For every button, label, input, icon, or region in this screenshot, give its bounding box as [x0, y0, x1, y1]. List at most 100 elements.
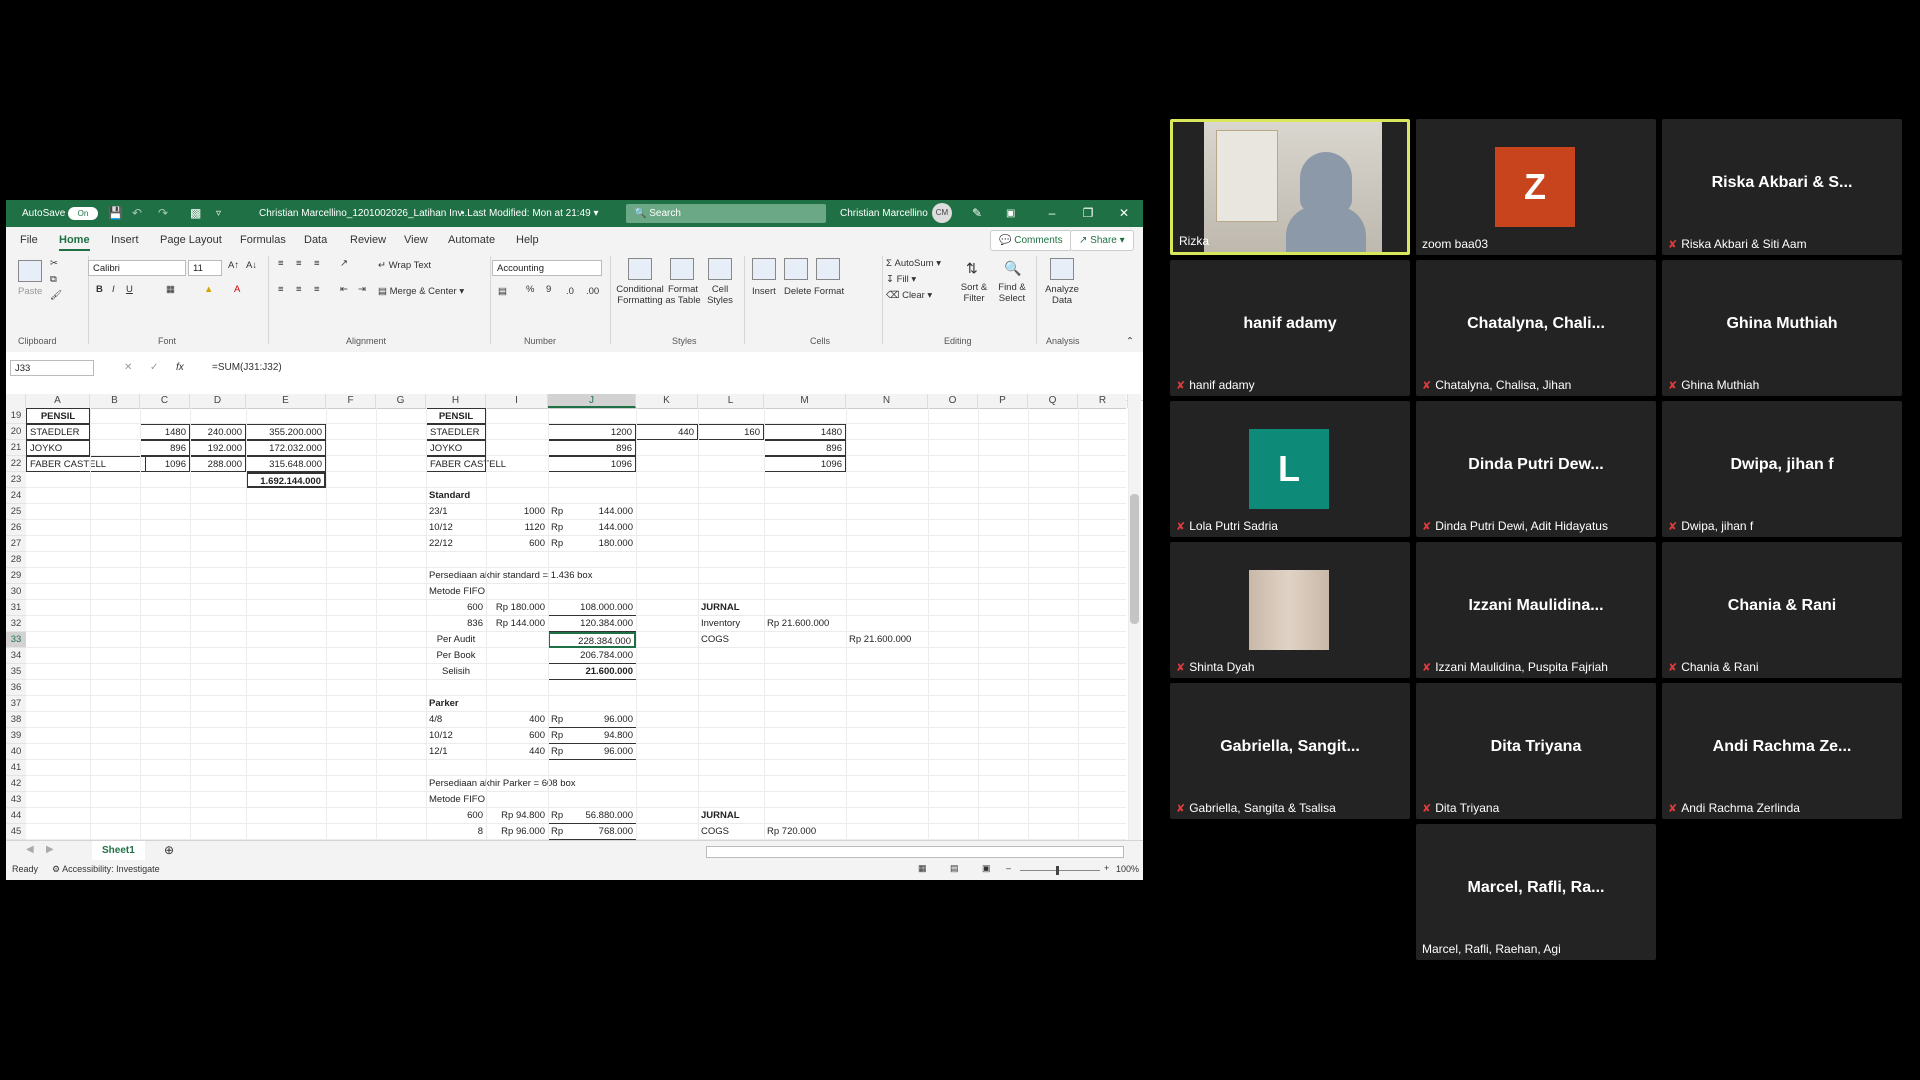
pen-icon[interactable]: ✎ [972, 200, 982, 227]
search-box[interactable]: 🔍 Search [626, 204, 826, 223]
cell-styles-icon[interactable] [708, 258, 732, 280]
grow-font-icon[interactable]: A↑ [228, 260, 239, 271]
add-sheet-icon[interactable]: ⊕ [164, 843, 174, 857]
sort-filter-button[interactable]: Sort & Filter [954, 282, 994, 304]
row-header[interactable]: 30 [6, 584, 26, 600]
cell-h24[interactable]: Standard [426, 488, 486, 504]
fill-button[interactable]: ↧ Fill ▾ [886, 274, 916, 285]
cell-h45[interactable]: 8 [426, 824, 486, 840]
cell-k20[interactable]: 440 [636, 424, 698, 440]
cell-j21[interactable]: 896 [548, 440, 636, 456]
cell-i26[interactable]: 1120 [486, 520, 548, 536]
row-header[interactable]: 42 [6, 776, 26, 792]
align-right-icon[interactable]: ≡ [314, 284, 320, 295]
italic-icon[interactable]: I [112, 284, 115, 295]
merge-center-button[interactable]: ▤ Merge & Center ▾ [378, 286, 464, 297]
row-header[interactable]: 24 [6, 488, 26, 504]
last-modified[interactable]: • Last Modified: Mon at 21:49 ▾ [461, 200, 599, 227]
cell-i32[interactable]: Rp 144.000 [486, 616, 548, 632]
participant-tile[interactable]: Dwipa, jihan f ✘ Dwipa, jihan f [1662, 401, 1902, 537]
row-header[interactable]: 21 [6, 440, 26, 456]
participant-tile[interactable]: Chatalyna, Chali... ✘ Chatalyna, Chalisa, … [1416, 260, 1656, 396]
cell-a22[interactable]: FABER CASTELL [26, 456, 146, 472]
share-button[interactable]: ↗ Share ▾ [1070, 230, 1134, 251]
cell-j20[interactable]: 1200 [548, 424, 636, 440]
column-header-l[interactable]: L [698, 394, 764, 408]
increase-decimal-icon[interactable]: .0 [566, 286, 574, 297]
cell-a20[interactable]: STAEDLER [26, 424, 90, 440]
participant-tile[interactable]: Dita Triyana ✘ Dita Triyana [1416, 683, 1656, 819]
column-header-g[interactable]: G [376, 394, 426, 408]
cell-l33[interactable]: COGS [698, 632, 764, 648]
tab-help[interactable]: Help [516, 234, 539, 246]
column-header-e[interactable]: E [246, 394, 326, 408]
align-left-icon[interactable]: ≡ [278, 284, 284, 295]
cell-l44[interactable]: JURNAL [698, 808, 764, 824]
increase-indent-icon[interactable]: ⇥ [358, 284, 366, 295]
cell-l20[interactable]: 160 [698, 424, 764, 440]
cell-n33[interactable]: Rp 21.600.000 [846, 632, 928, 648]
form-icon[interactable]: ▩ [190, 200, 201, 227]
comments-button[interactable]: 💬 Comments [990, 230, 1072, 251]
next-sheet-icon[interactable]: ▶ [46, 844, 54, 855]
cell-c20[interactable]: 1480 [140, 424, 190, 440]
column-header-j[interactable]: J [548, 394, 636, 408]
cell-m22[interactable]: 1096 [764, 456, 846, 472]
collapse-ribbon-icon[interactable]: ⌃ [1126, 336, 1134, 347]
column-header-r[interactable]: R [1078, 394, 1128, 408]
cell-i40[interactable]: 440 [486, 744, 548, 760]
cell-l45[interactable]: COGS [698, 824, 764, 840]
participant-tile[interactable]: ✘ Shinta Dyah [1170, 542, 1410, 678]
delete-cells-icon[interactable] [784, 258, 808, 280]
cell-l32[interactable]: Inventory [698, 616, 764, 632]
cell-h27[interactable]: 22/12 [426, 536, 486, 552]
participant-tile[interactable]: L ✘ Lola Putri Sadria [1170, 401, 1410, 537]
cell-d22[interactable]: 288.000 [190, 456, 246, 472]
accessibility-status[interactable]: ⚙ Accessibility: Investigate [52, 864, 160, 875]
autosave-toggle[interactable]: On [68, 200, 98, 227]
cell-h31[interactable]: 600 [426, 600, 486, 616]
column-header-o[interactable]: O [928, 394, 978, 408]
zoom-out-icon[interactable]: – [1006, 863, 1011, 873]
cell-j44[interactable]: 56.880.000 [548, 808, 636, 824]
cell-h19[interactable]: PENSIL [426, 408, 486, 424]
copy-icon[interactable]: ⧉ [50, 274, 57, 285]
cell-h30[interactable]: Metode FIFO [426, 584, 486, 600]
cut-icon[interactable]: ✂ [50, 258, 58, 269]
row-header[interactable]: 23 [6, 472, 26, 488]
cell-d21[interactable]: 192.000 [190, 440, 246, 456]
tab-insert[interactable]: Insert [111, 234, 139, 246]
comma-icon[interactable]: 9 [546, 284, 551, 295]
participant-tile[interactable]: Marcel, Rafli, Ra... Marcel, Rafli, Raeha… [1416, 824, 1656, 960]
cell-j34[interactable]: 206.784.000 [548, 648, 636, 664]
cell-c22[interactable]: 1096 [140, 456, 190, 472]
participant-tile[interactable]: Andi Rachma Ze... ✘ Andi Rachma Zerlinda [1662, 683, 1902, 819]
font-size-select[interactable]: 11 [188, 260, 222, 276]
scroll-thumb[interactable] [1130, 494, 1139, 624]
participant-tile[interactable]: Izzani Maulidina... ✘ Izzani Maulidina, Pu… [1416, 542, 1656, 678]
cell-h38[interactable]: 4/8 [426, 712, 486, 728]
row-header[interactable]: 40 [6, 744, 26, 760]
font-color-icon[interactable]: A [234, 284, 240, 295]
align-bottom-icon[interactable]: ≡ [314, 258, 320, 269]
row-header[interactable]: 45 [6, 824, 26, 840]
insert-function-icon[interactable]: fx [176, 362, 184, 373]
cell-h20[interactable]: STAEDLER [426, 424, 486, 440]
tab-file[interactable]: File [20, 234, 38, 246]
cell-h22[interactable]: FABER CASTELL [426, 456, 506, 472]
participant-tile[interactable]: Chania & Rani ✘ Chania & Rani [1662, 542, 1902, 678]
cell-h29[interactable]: Persediaan akhir standard = 1.436 box [426, 568, 686, 584]
row-header[interactable]: 22 [6, 456, 26, 472]
column-header-k[interactable]: K [636, 394, 698, 408]
cell-h26[interactable]: 10/12 [426, 520, 486, 536]
cell-j33[interactable]: 228.384.000 [548, 632, 636, 648]
row-header[interactable]: 25 [6, 504, 26, 520]
cell-h34[interactable]: Per Book [426, 648, 486, 664]
insert-cells-icon[interactable] [752, 258, 776, 280]
fill-color-icon[interactable]: ▲ [204, 284, 213, 295]
cell-m21[interactable]: 896 [764, 440, 846, 456]
row-header[interactable]: 28 [6, 552, 26, 568]
zoom-slider[interactable] [1020, 870, 1100, 871]
row-header[interactable]: 32 [6, 616, 26, 632]
participant-tile[interactable]: Zzoom baa03 [1416, 119, 1656, 255]
